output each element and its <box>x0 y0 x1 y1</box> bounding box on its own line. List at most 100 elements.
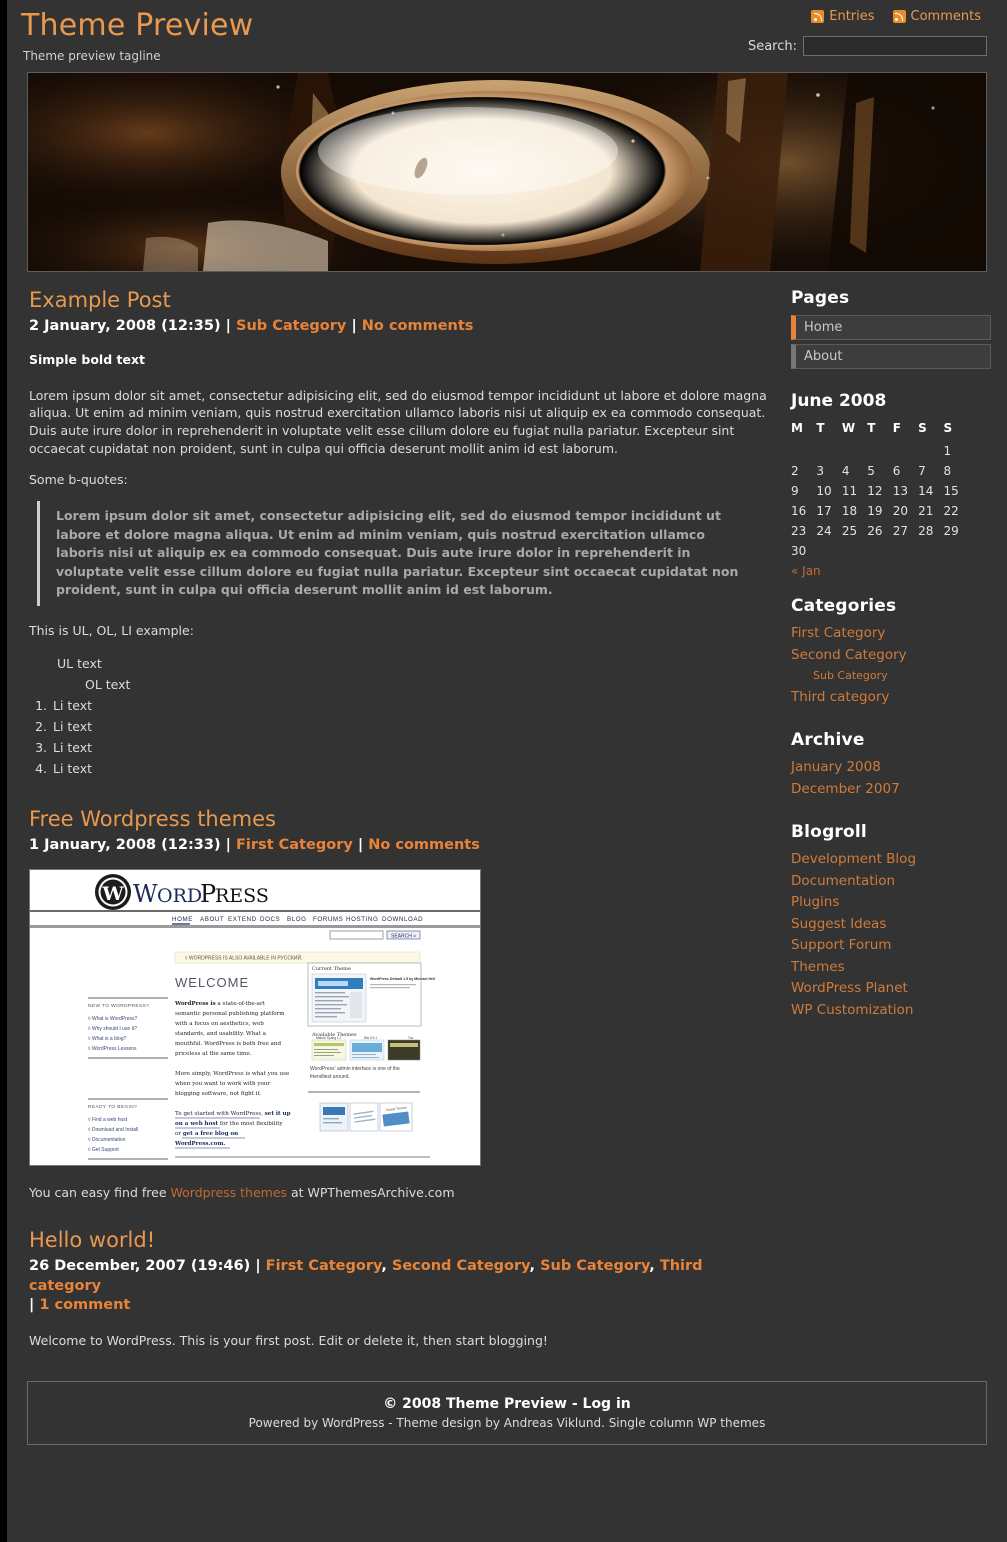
search-input[interactable] <box>803 36 987 56</box>
calendar-prev-link[interactable]: « Jan <box>791 564 821 578</box>
unordered-list: UL text OL text <box>57 653 773 695</box>
svg-text:ORD: ORD <box>157 885 202 907</box>
post-comments-link[interactable]: 1 comment <box>39 1297 130 1313</box>
svg-text:WordPress' admin interface is: WordPress' admin interface is one of the <box>310 1066 400 1072</box>
category-link-third[interactable]: Third category <box>791 689 889 705</box>
list-item[interactable]: WP Customization <box>791 1000 991 1022</box>
sidebar-item-home[interactable]: Home <box>791 315 991 340</box>
page-link-about[interactable]: About <box>804 349 842 364</box>
list-item[interactable]: Sub Category <box>791 666 991 687</box>
footer-copyright[interactable]: © 2008 Theme Preview - Log in <box>28 1396 986 1412</box>
calendar-day: 18 <box>841 504 858 518</box>
list-item[interactable]: December 2007 <box>791 779 991 801</box>
list-item[interactable]: January 2008 <box>791 757 991 779</box>
list-item[interactable]: Documentation <box>791 871 991 893</box>
site-tagline: Theme preview tagline <box>23 49 161 63</box>
calendar-day <box>816 444 841 464</box>
post-category-link[interactable]: Sub Category <box>540 1258 649 1274</box>
calendar-day: 10 <box>816 484 832 498</box>
post-title[interactable]: Hello world! <box>29 1228 773 1253</box>
svg-text:EXTEND: EXTEND <box>228 916 257 923</box>
comments-feed-link[interactable]: Comments <box>892 9 981 24</box>
svg-text:P: P <box>200 880 216 908</box>
post-category-link[interactable]: First Category <box>266 1258 382 1274</box>
calendar-day <box>944 544 969 564</box>
after-image-suffix: at WPThemesArchive.com <box>287 1185 455 1201</box>
wordpress-org-screenshot[interactable]: W W ORD P RESS HOME ABOUT EXTEND DOCS BL… <box>29 869 481 1167</box>
sidebar-item-about[interactable]: About <box>791 344 991 369</box>
list-item[interactable]: WordPress Planet <box>791 978 991 1000</box>
footer-copyright-link[interactable]: © 2008 Theme Preview - Log in <box>383 1396 630 1412</box>
calendar-day: 4 <box>841 464 850 478</box>
weekday-header: T <box>816 421 825 435</box>
blogroll-link-development-blog[interactable]: Development Blog <box>791 851 916 867</box>
category-link-second[interactable]: Second Category <box>791 647 907 663</box>
blogroll-link-plugins[interactable]: Plugins <box>791 894 839 910</box>
page-link-home[interactable]: Home <box>804 320 842 335</box>
svg-text:priceless at the same time.: priceless at the same time. <box>175 1051 252 1057</box>
banner-artwork <box>28 73 986 271</box>
post-date: 26 December, 2007 (19:46) <box>29 1258 251 1275</box>
svg-text:◊ Find a web host: ◊ Find a web host <box>88 1117 128 1123</box>
svg-text:Tux: Tux <box>408 1036 414 1040</box>
blogroll-link-wordpress-planet[interactable]: WordPress Planet <box>791 980 908 996</box>
footer-credits-link[interactable]: Powered by WordPress - Theme design by A… <box>249 1416 766 1430</box>
meta-separator: | <box>357 836 369 853</box>
calendar-day: 6 <box>892 464 901 478</box>
list-item: OL text <box>85 676 131 692</box>
wordpress-themes-link[interactable]: Wordpress themes <box>171 1185 288 1200</box>
svg-text:blogging software, not fight i: blogging software, not fight it. <box>175 1091 262 1097</box>
list-item[interactable]: Suggest Ideas <box>791 914 991 936</box>
svg-text:◊ What is WordPress?: ◊ What is WordPress? <box>88 1016 138 1022</box>
calendar-day: 8 <box>943 464 952 478</box>
post-example-post: Example Post 2 January, 2008 (12:35) | S… <box>29 288 773 779</box>
meta-separator: | <box>29 1297 40 1314</box>
calendar-day: 17 <box>816 504 832 518</box>
archive-link-january-2008[interactable]: January 2008 <box>791 759 881 775</box>
blogroll-link-support-forum[interactable]: Support Forum <box>791 937 891 953</box>
calendar-table: M T W T F S S 1 2 3 4 5 6 7 8 9 10 11 12… <box>791 421 969 564</box>
post-title[interactable]: Example Post <box>29 288 773 313</box>
svg-text:READY TO BEGIN?: READY TO BEGIN? <box>88 1104 137 1110</box>
weekday-header: M <box>791 421 803 435</box>
list-item[interactable]: Themes <box>791 957 991 979</box>
quote-intro: Some b-quotes: <box>29 471 128 487</box>
post-comments-link[interactable]: No comments <box>368 837 480 853</box>
svg-text:mouthful. WordPress is both fr: mouthful. WordPress is both free and <box>175 1041 281 1047</box>
category-link-sub[interactable]: Sub Category <box>813 669 888 682</box>
list-item: Li text <box>51 758 773 779</box>
blogroll-heading: Blogroll <box>791 822 867 843</box>
post-category-link[interactable]: Sub Category <box>236 318 346 334</box>
calendar-day: 11 <box>841 484 858 498</box>
list-intro: This is UL, OL, LI example: <box>29 622 194 638</box>
category-link-first[interactable]: First Category <box>791 625 885 641</box>
blogroll-link-documentation[interactable]: Documentation <box>791 873 895 889</box>
list-item[interactable]: Support Forum <box>791 935 991 957</box>
calendar-prev-month[interactable]: « Jan <box>791 564 991 578</box>
list-item[interactable]: First Category <box>791 623 991 645</box>
archive-link-december-2007[interactable]: December 2007 <box>791 781 900 797</box>
blogroll-link-wp-customization[interactable]: WP Customization <box>791 1002 913 1018</box>
list-item[interactable]: Development Blog <box>791 849 991 871</box>
blogroll-link-themes[interactable]: Themes <box>791 959 845 975</box>
post-hello-world: Hello world! 26 December, 2007 (19:46) |… <box>29 1228 773 1350</box>
post-category-link[interactable]: First Category <box>236 837 353 853</box>
list-item[interactable]: Third category <box>791 687 991 709</box>
entries-feed-link[interactable]: Entries <box>811 9 875 24</box>
svg-text:DOWNLOAD: DOWNLOAD <box>382 916 423 923</box>
blogroll-link-suggest-ideas[interactable]: Suggest Ideas <box>791 916 886 932</box>
post-meta: 2 January, 2008 (12:35) | Sub Category |… <box>29 317 773 337</box>
svg-text:◊ Documentation: ◊ Documentation <box>88 1137 126 1143</box>
post-category-link[interactable]: Second Category <box>392 1258 530 1274</box>
nested-list: OL text <box>85 674 773 695</box>
calendar-day: 19 <box>867 504 883 518</box>
meta-comma: , <box>381 1258 392 1275</box>
archive-list: January 2008 December 2007 <box>791 757 991 800</box>
post-comments-link[interactable]: No comments <box>362 318 474 334</box>
post-date: 2 January, 2008 (12:35) <box>29 318 221 335</box>
list-item[interactable]: Plugins <box>791 892 991 914</box>
calendar-day <box>918 444 943 464</box>
list-item[interactable]: Second Category <box>791 645 991 667</box>
post-title[interactable]: Free Wordpress themes <box>29 807 773 832</box>
post-free-wordpress-themes: Free Wordpress themes 1 January, 2008 (1… <box>29 807 773 1203</box>
